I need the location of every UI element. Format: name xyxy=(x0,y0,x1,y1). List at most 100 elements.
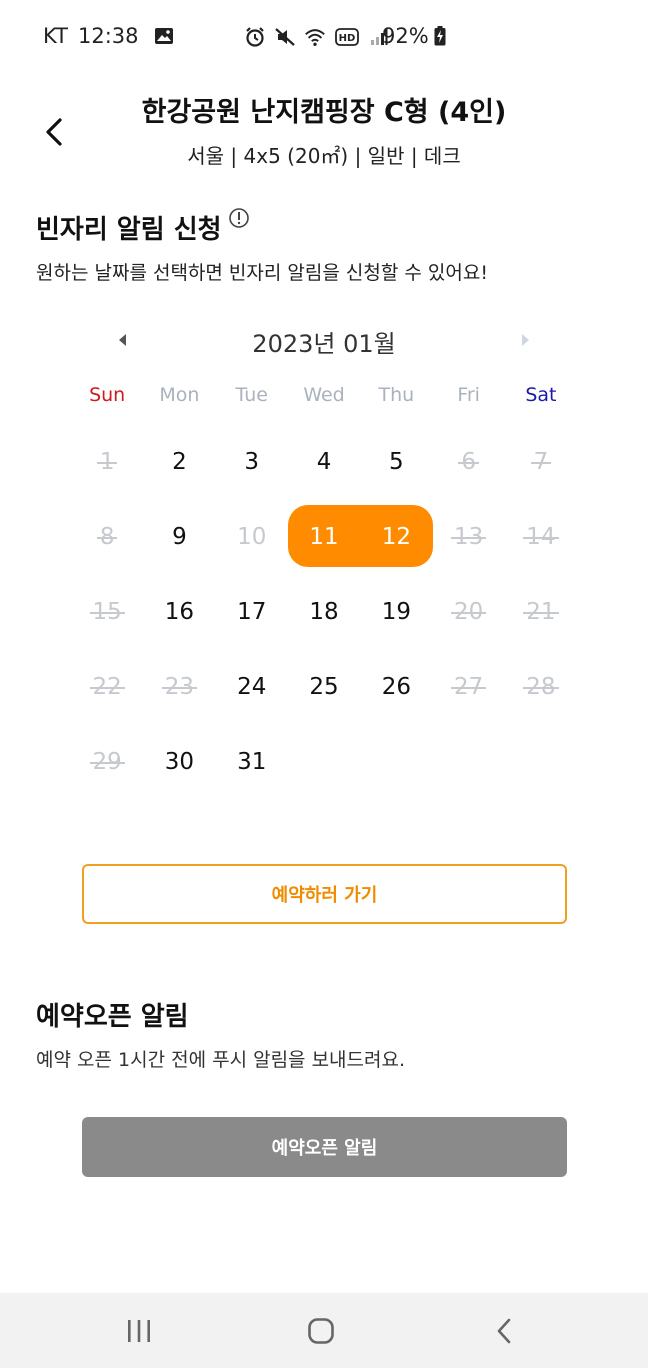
calendar-month-label: 2023년 01월 xyxy=(252,330,396,358)
header: 한강공원 난지캠핑장 C형 (4인) 서울 | 4x5 (20㎡) | 일반 |… xyxy=(0,76,648,186)
calendar-day-number: 28 xyxy=(523,673,559,700)
calendar-day-number: 24 xyxy=(237,673,267,700)
calendar-day: 1 xyxy=(71,424,143,499)
calendar-header: 2023년 01월 xyxy=(0,318,648,362)
calendar-day-number: 22 xyxy=(89,673,126,700)
calendar-day-number: 29 xyxy=(89,748,126,775)
status-left: KT 12:38 xyxy=(43,24,175,48)
status-icons: HD xyxy=(244,26,390,48)
calendar-day-number: 14 xyxy=(523,523,559,550)
calendar-day[interactable]: 31 xyxy=(216,724,288,799)
calendar-day-number: 6 xyxy=(458,448,479,475)
calendar-day-number: 9 xyxy=(172,523,187,550)
calendar-day-number: 15 xyxy=(89,598,126,625)
alarm-icon xyxy=(244,26,266,48)
system-back-icon[interactable] xyxy=(484,1311,524,1351)
calendar-day[interactable]: 4 xyxy=(288,424,360,499)
hd-icon: HD xyxy=(334,26,360,48)
calendar-day: 10 xyxy=(216,499,288,574)
calendar-day[interactable]: 17 xyxy=(216,574,288,649)
carrier-label: KT xyxy=(43,24,68,48)
caret-right-icon xyxy=(522,334,529,346)
vacancy-alert-title: 빈자리 알림 신청 xyxy=(36,215,222,245)
open-alert-title: 예약오픈 알림 xyxy=(36,1002,189,1032)
calendar-day[interactable]: 16 xyxy=(143,574,215,649)
clock: 12:38 xyxy=(77,24,139,48)
open-alert-description: 예약 오픈 1시간 전에 푸시 알림을 보내드려요. xyxy=(36,1049,406,1071)
battery-status: 92% xyxy=(382,24,447,48)
calendar-day: 13 xyxy=(432,499,504,574)
calendar-day[interactable]: 24 xyxy=(216,649,288,724)
calendar-day-number: 18 xyxy=(309,598,339,625)
calendar-day-number: 7 xyxy=(530,448,551,475)
calendar-day-number: 31 xyxy=(237,748,267,775)
calendar-day: 15 xyxy=(71,574,143,649)
calendar-day: 21 xyxy=(505,574,577,649)
svg-text:HD: HD xyxy=(339,33,356,44)
home-icon[interactable] xyxy=(301,1311,341,1351)
calendar-day[interactable]: 30 xyxy=(143,724,215,799)
info-icon[interactable] xyxy=(228,207,250,229)
weekday-fri: Fri xyxy=(457,384,480,406)
weekday-tue: Tue xyxy=(235,384,268,406)
calendar-day[interactable]: 25 xyxy=(288,649,360,724)
calendar-day-number: 1 xyxy=(96,448,118,475)
open-alert-button[interactable]: 예약오픈 알림 xyxy=(82,1117,567,1177)
calendar-day-number: 12 xyxy=(381,523,411,550)
calendar-day: 7 xyxy=(505,424,577,499)
calendar-day-number: 23 xyxy=(161,673,198,700)
calendar-day[interactable]: 2 xyxy=(143,424,215,499)
calendar-day[interactable]: 11 xyxy=(288,499,360,574)
calendar-day-number: 5 xyxy=(389,448,404,475)
page-title: 한강공원 난지캠핑장 C형 (4인) xyxy=(141,97,507,128)
calendar-day: 20 xyxy=(432,574,504,649)
calendar-day[interactable]: 18 xyxy=(288,574,360,649)
calendar-day-number: 30 xyxy=(164,748,195,775)
battery-percent: 92% xyxy=(382,24,429,48)
calendar-day: 23 xyxy=(143,649,215,724)
calendar-day: 27 xyxy=(432,649,504,724)
weekday-wed: Wed xyxy=(303,384,345,406)
battery-charging-icon xyxy=(433,25,447,47)
calendar-day-number: 8 xyxy=(96,523,118,550)
calendar-day: 29 xyxy=(71,724,143,799)
next-month-button[interactable] xyxy=(510,324,542,356)
calendar-day: 8 xyxy=(71,499,143,574)
mute-icon xyxy=(274,26,296,48)
vacancy-alert-description: 원하는 날짜를 선택하면 빈자리 알림을 신청할 수 있어요! xyxy=(36,262,488,284)
calendar-day-number: 3 xyxy=(244,448,260,475)
calendar-day-number: 16 xyxy=(164,598,195,625)
calendar-day[interactable]: 3 xyxy=(216,424,288,499)
calendar-day[interactable]: 26 xyxy=(360,649,432,724)
wifi-icon xyxy=(304,26,326,48)
system-nav-bar xyxy=(0,1293,648,1368)
calendar-day-number: 4 xyxy=(316,448,332,475)
calendar-day-number: 27 xyxy=(450,673,487,700)
page-subtitle: 서울 | 4x5 (20㎡) | 일반 | 데크 xyxy=(187,144,461,168)
image-icon xyxy=(153,25,175,47)
calendar-day-number: 25 xyxy=(309,673,339,700)
vacancy-alert-heading: 빈자리 알림 신청 xyxy=(36,207,250,246)
calendar-day-number: 19 xyxy=(381,598,411,625)
calendar-day: 22 xyxy=(71,649,143,724)
calendar-weekdays: Sun Mon Tue Wed Thu Fri Sat xyxy=(71,384,577,406)
weekday-thu: Thu xyxy=(378,384,415,406)
calendar-day: 14 xyxy=(505,499,577,574)
calendar-day: 6 xyxy=(432,424,504,499)
calendar-day-number: 26 xyxy=(381,673,411,700)
calendar-day[interactable]: 12 xyxy=(360,499,432,574)
calendar-day-number: 21 xyxy=(523,598,559,625)
weekday-sat: Sat xyxy=(525,384,557,406)
weekday-mon: Mon xyxy=(159,384,200,406)
calendar-day-number: 2 xyxy=(172,448,187,475)
calendar-days-grid: 1 2 3 4 5 6 7 8 9 10 11 12 13 14 15 16 17 18 19 20 21 22 23 24 2… xyxy=(71,424,577,799)
go-reserve-button[interactable]: 예약하러 가기 xyxy=(82,864,567,924)
calendar-day[interactable]: 5 xyxy=(360,424,432,499)
calendar-day[interactable]: 9 xyxy=(143,499,215,574)
calendar-day-number: 17 xyxy=(237,598,267,625)
calendar-day: 28 xyxy=(505,649,577,724)
calendar-day-number: 13 xyxy=(450,523,487,550)
calendar-day[interactable]: 19 xyxy=(360,574,432,649)
status-bar: KT 12:38 HD 92% xyxy=(0,0,648,76)
recent-apps-icon[interactable] xyxy=(119,1311,159,1351)
